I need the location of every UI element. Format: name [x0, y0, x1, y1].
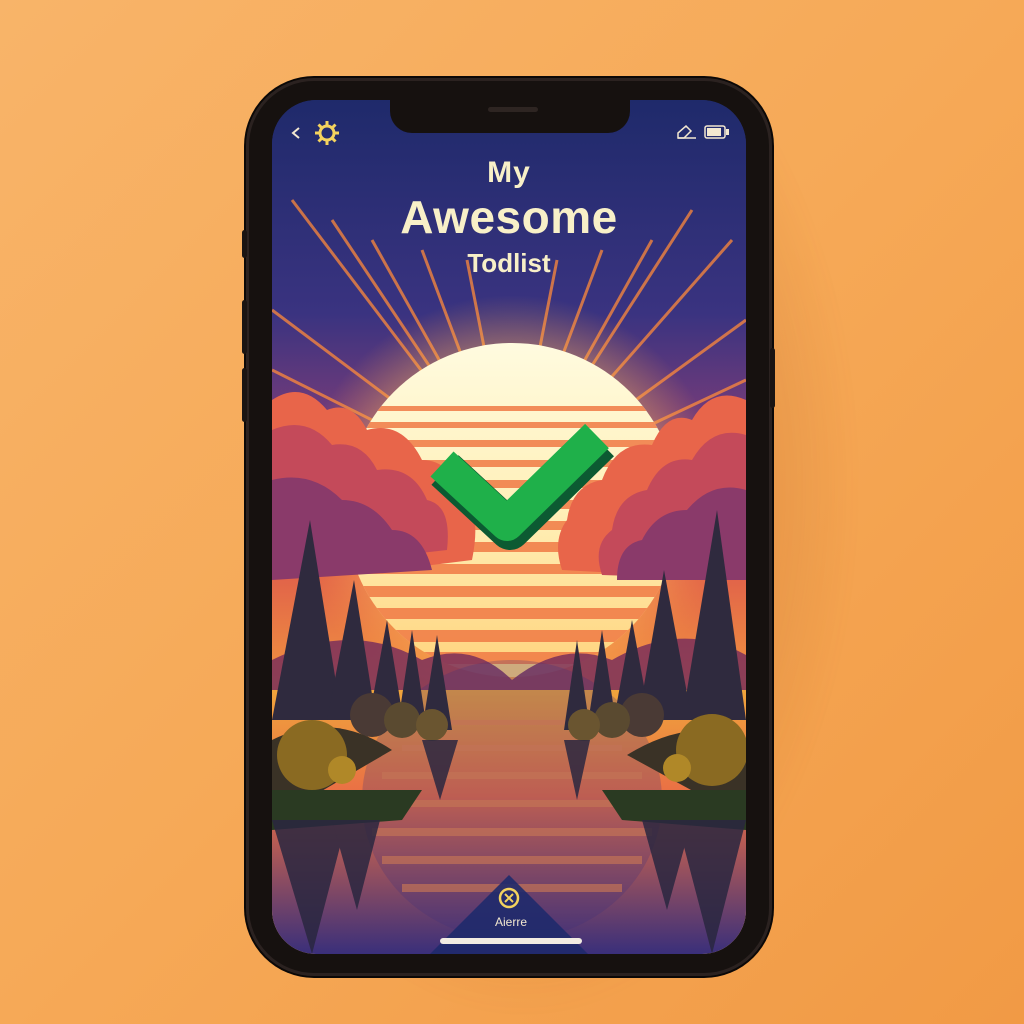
phone-side-button-right	[770, 348, 775, 408]
bottom-nav-label[interactable]: Aierre	[471, 915, 551, 929]
title-line-2: Awesome	[400, 191, 618, 243]
gear-icon[interactable]	[314, 120, 340, 146]
close-circle-icon[interactable]	[498, 887, 520, 909]
phone-speaker	[488, 107, 538, 112]
phone-side-button-left-low	[242, 368, 247, 422]
chevron-left-icon[interactable]	[290, 126, 302, 140]
title-line-1: My	[487, 156, 531, 189]
title-line-3: Todlist	[467, 248, 551, 278]
phone-side-button-left-top	[242, 230, 247, 258]
phone-notch	[390, 100, 630, 133]
battery-icon	[704, 125, 729, 139]
edit-icon[interactable]	[676, 124, 698, 140]
app-screen: My Awesome Todlist	[272, 100, 746, 954]
home-indicator[interactable]	[440, 938, 582, 944]
phone-side-button-left-mid	[242, 300, 247, 354]
